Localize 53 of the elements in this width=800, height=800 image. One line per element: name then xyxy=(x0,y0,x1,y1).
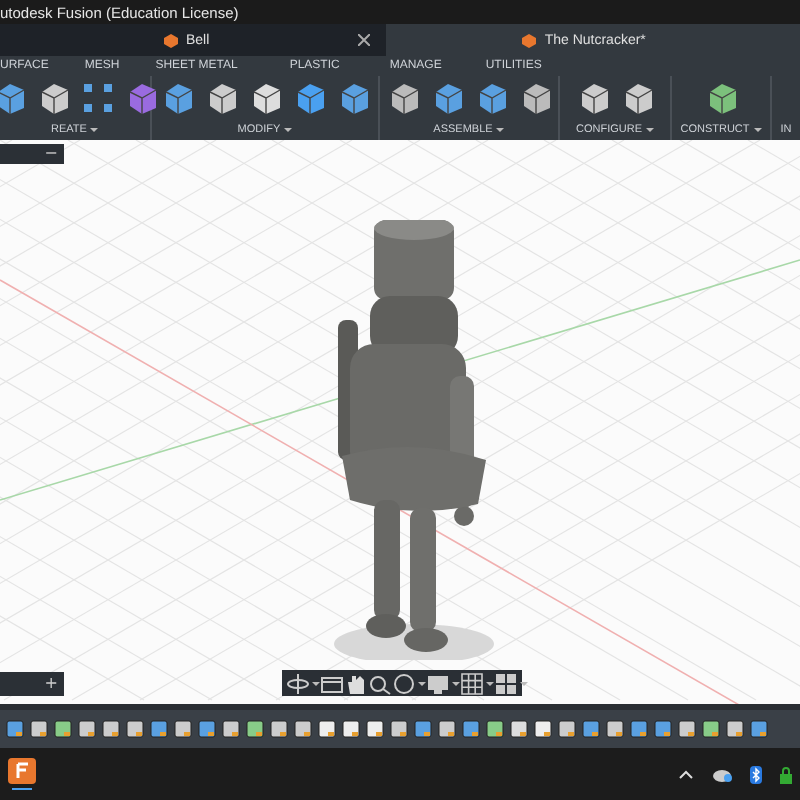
feature-icon[interactable] xyxy=(726,720,744,738)
feature-icon[interactable] xyxy=(390,720,408,738)
feature-icon[interactable] xyxy=(630,720,648,738)
feature-icon[interactable] xyxy=(294,720,312,738)
feature-icon[interactable] xyxy=(678,720,696,738)
lock-icon[interactable] xyxy=(780,765,792,783)
feature-icon[interactable] xyxy=(702,720,720,738)
feature-icon[interactable] xyxy=(174,720,192,738)
feature-icon[interactable] xyxy=(222,720,240,738)
feature-icon[interactable] xyxy=(102,720,120,738)
grid-icon[interactable] xyxy=(460,671,484,695)
cloud-icon[interactable] xyxy=(712,766,732,782)
feature-icon[interactable] xyxy=(438,720,456,738)
collapse-button[interactable]: − xyxy=(38,146,64,162)
feature-icon[interactable] xyxy=(246,720,264,738)
caret-icon[interactable] xyxy=(520,681,528,685)
feature-icon[interactable] xyxy=(414,720,432,738)
feature-icon[interactable] xyxy=(654,720,672,738)
close-icon[interactable] xyxy=(358,34,371,46)
bluetooth-icon[interactable] xyxy=(750,765,762,783)
feature-icon[interactable] xyxy=(750,720,768,738)
feature-icon[interactable] xyxy=(126,720,144,738)
feature-icon[interactable] xyxy=(198,720,216,738)
feature-icon[interactable] xyxy=(606,720,624,738)
caret-icon[interactable] xyxy=(312,681,320,685)
viewports-icon[interactable] xyxy=(494,671,518,695)
cube-icon xyxy=(522,33,537,47)
display-icon[interactable] xyxy=(426,671,450,695)
feature-icon[interactable] xyxy=(318,720,336,738)
feature-icon[interactable] xyxy=(342,720,360,738)
feature-icon[interactable] xyxy=(486,720,504,738)
feature-icon[interactable] xyxy=(6,720,24,738)
feature-icon[interactable] xyxy=(510,720,528,738)
tool-icon[interactable] xyxy=(79,80,115,116)
zoom-icon[interactable] xyxy=(368,671,392,695)
feature-icon[interactable] xyxy=(462,720,480,738)
feature-icon[interactable] xyxy=(30,720,48,738)
orbit-icon[interactable] xyxy=(286,671,310,695)
tool-icon[interactable] xyxy=(0,80,27,116)
feature-icon[interactable] xyxy=(558,720,576,738)
feature-icon[interactable] xyxy=(366,720,384,738)
hand-icon[interactable] xyxy=(344,671,368,695)
feature-icon[interactable] xyxy=(150,720,168,738)
feature-icon[interactable] xyxy=(534,720,552,738)
caret-icon[interactable] xyxy=(452,681,460,685)
cube-icon xyxy=(164,33,178,47)
add-button[interactable]: + xyxy=(38,676,64,692)
feature-icon[interactable] xyxy=(54,720,72,738)
feature-icon[interactable] xyxy=(270,720,288,738)
feature-icon[interactable] xyxy=(78,720,96,738)
chevron-up-icon[interactable] xyxy=(678,768,694,780)
app-icon[interactable] xyxy=(8,758,36,790)
feature-icon[interactable] xyxy=(582,720,600,738)
